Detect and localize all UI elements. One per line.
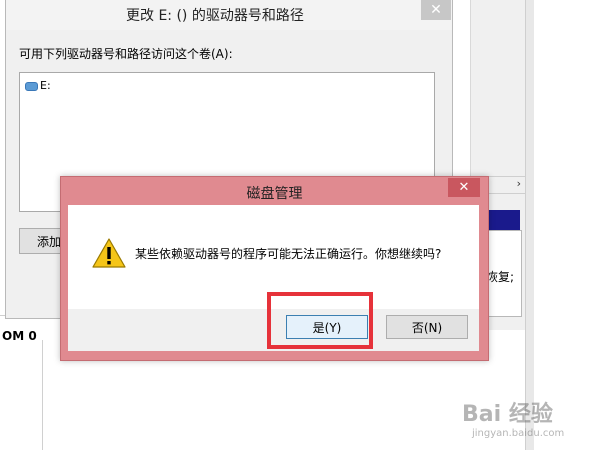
close-icon[interactable]: ✕ [421,0,451,20]
dialog-title: 更改 E: () 的驱动器号和路径 [126,8,304,24]
drive-item-label: E: [40,79,51,92]
dialog-title: 磁盘管理 [246,186,303,202]
list-label: 可用下列驱动器号和路径访问这个卷(A): [19,47,233,61]
dialog-titlebar: 更改 E: () 的驱动器号和路径 [6,0,452,30]
scroll-right-arrow-icon[interactable]: › [517,177,521,190]
disk-label: OM 0 [2,329,37,343]
volume-status-text: 恢复; [486,270,515,284]
close-icon[interactable]: ✕ [448,178,480,197]
warning-icon [92,238,126,268]
vertical-scrollbar[interactable] [525,0,534,450]
list-item[interactable]: E: [25,79,51,92]
column-divider [42,340,43,450]
dialog-message: 某些依赖驱动器号的程序可能无法正确运行。你想继续吗? [135,247,442,261]
highlight-annotation [267,292,373,349]
watermark-url: jingyan.baidu.com [472,428,565,439]
volume-bar [485,210,520,230]
drive-icon [25,81,38,91]
no-button[interactable]: 否(N) [386,315,468,339]
dialog-titlebar: 磁盘管理 [61,177,488,205]
watermark-logo: Bai 经验 [462,402,553,427]
